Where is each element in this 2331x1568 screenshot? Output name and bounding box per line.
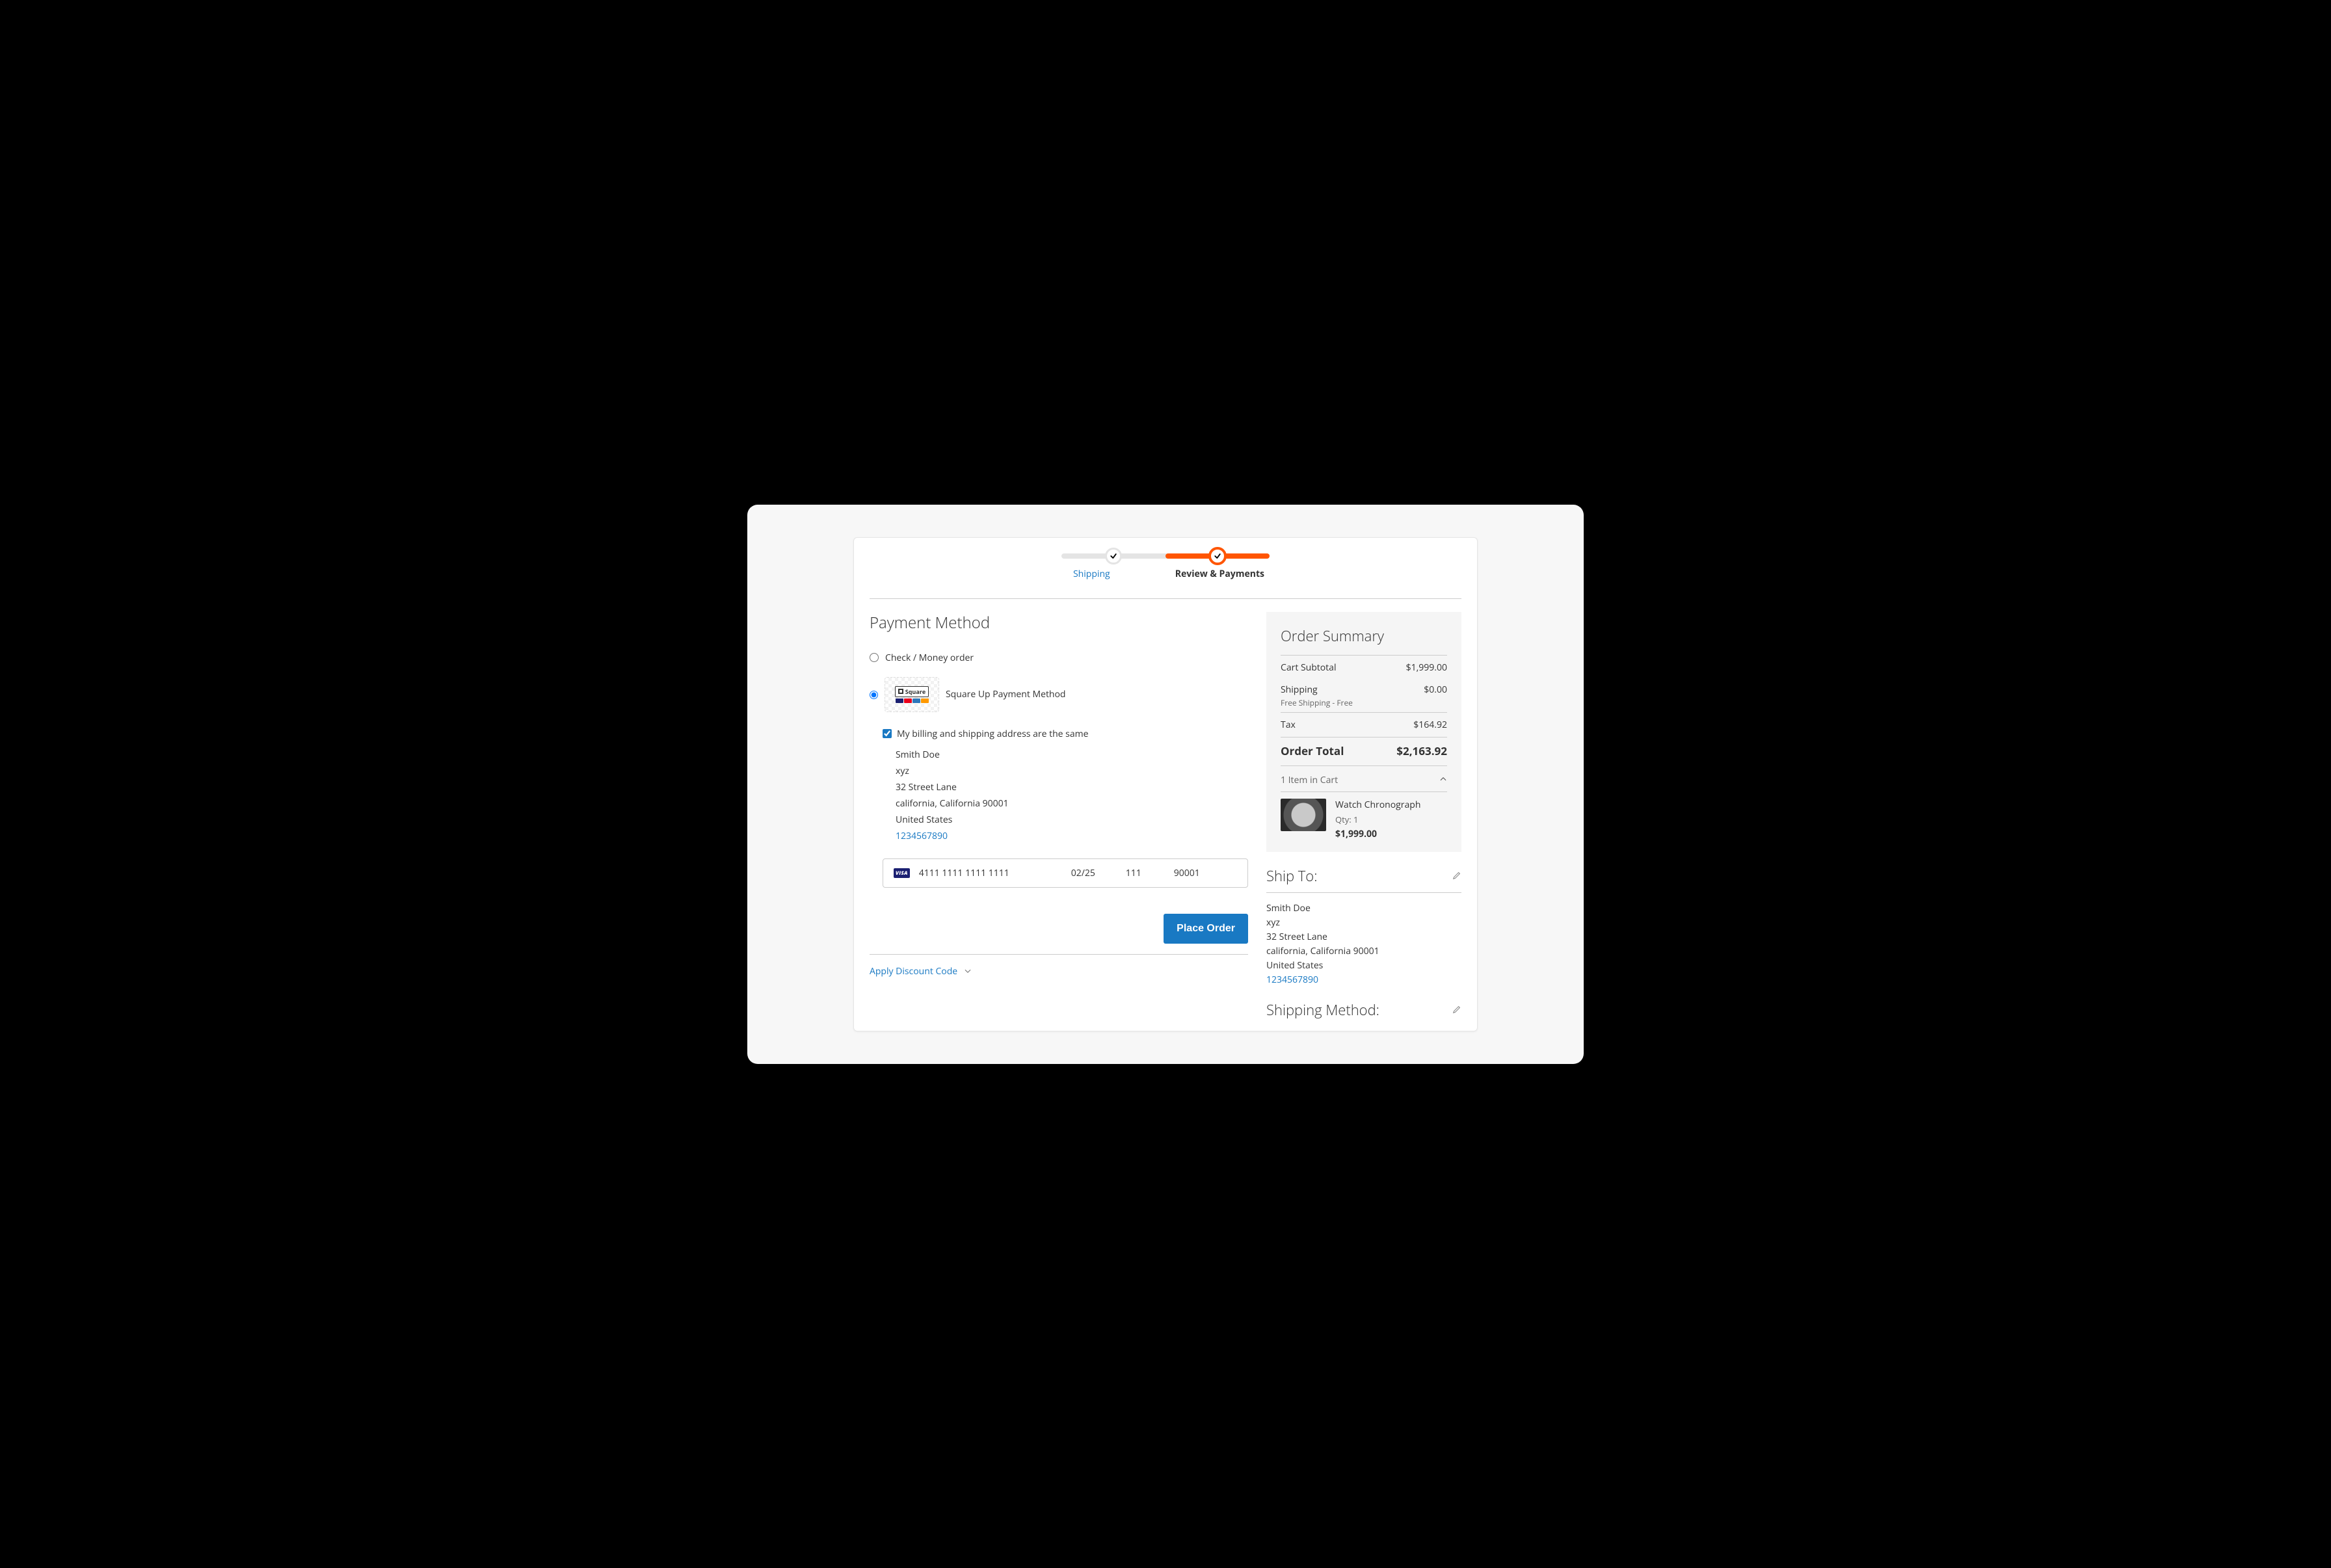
billing-same-checkbox-row[interactable]: My billing and shipping address are the … bbox=[883, 728, 1248, 740]
ship-to-title: Ship To: bbox=[1266, 866, 1317, 886]
summary-subtotal-value: $1,999.00 bbox=[1406, 661, 1447, 674]
order-summary-title: Order Summary bbox=[1281, 626, 1447, 646]
billing-company: xyz bbox=[896, 764, 1248, 778]
summary-shipping-method: Free Shipping - Free bbox=[1281, 697, 1447, 708]
cart-item-thumbnail bbox=[1281, 799, 1326, 831]
progress-bar bbox=[1061, 553, 1270, 559]
order-summary: Order Summary Cart Subtotal $1,999.00 Sh… bbox=[1266, 612, 1461, 852]
payment-option-check[interactable]: Check / Money order bbox=[870, 652, 1248, 664]
chevron-down-icon bbox=[964, 966, 972, 978]
place-order-button[interactable]: Place Order bbox=[1164, 914, 1248, 944]
chevron-up-icon bbox=[1439, 774, 1447, 786]
payment-radio-square[interactable] bbox=[870, 691, 878, 699]
billing-block: My billing and shipping address are the … bbox=[883, 728, 1248, 888]
shipto-street: 32 Street Lane bbox=[1266, 931, 1461, 943]
summary-tax-value: $164.92 bbox=[1413, 719, 1447, 731]
edit-ship-to-button[interactable] bbox=[1452, 869, 1461, 883]
check-icon bbox=[1214, 552, 1221, 560]
cart-item: Watch Chronograph Qty: 1 $1,999.00 bbox=[1281, 791, 1447, 843]
shipping-method-title: Shipping Method: bbox=[1266, 1000, 1379, 1020]
credit-card-input[interactable]: VISA 4111 1111 1111 1111 02/25 111 90001 bbox=[883, 858, 1248, 888]
square-brand-text: Square bbox=[905, 687, 926, 696]
billing-same-checkbox[interactable] bbox=[883, 729, 892, 738]
step-shipping-label[interactable]: Shipping bbox=[1073, 568, 1110, 580]
summary-tax-label: Tax bbox=[1281, 719, 1296, 731]
billing-same-label: My billing and shipping address are the … bbox=[897, 728, 1088, 740]
cart-item-price: $1,999.00 bbox=[1335, 828, 1420, 840]
shipping-method-section: Shipping Method: bbox=[1266, 1000, 1461, 1026]
card-cvv[interactable]: 111 bbox=[1126, 867, 1165, 879]
shipto-phone[interactable]: 1234567890 bbox=[1266, 974, 1461, 986]
sidebar: Order Summary Cart Subtotal $1,999.00 Sh… bbox=[1266, 599, 1461, 1026]
divider bbox=[870, 954, 1248, 955]
edit-shipping-method-button[interactable] bbox=[1452, 1003, 1461, 1017]
step-shipping-circle[interactable] bbox=[1105, 548, 1122, 565]
billing-country: United States bbox=[896, 813, 1248, 827]
cart-item-name: Watch Chronograph bbox=[1335, 799, 1420, 811]
visa-icon: VISA bbox=[894, 868, 910, 878]
payment-column: Payment Method Check / Money order Squar… bbox=[870, 599, 1248, 1026]
payment-radio-check[interactable] bbox=[870, 653, 879, 662]
summary-shipping-value: $0.00 bbox=[1424, 684, 1447, 696]
card-brand-icons bbox=[896, 698, 929, 703]
summary-total-row: Order Total $2,163.92 bbox=[1281, 737, 1447, 764]
payment-option-square-label: Square Up Payment Method bbox=[946, 688, 1066, 700]
apply-discount-label: Apply Discount Code bbox=[870, 965, 957, 977]
cart-items-toggle[interactable]: 1 Item in Cart bbox=[1281, 765, 1447, 791]
cart-item-qty: Qty: 1 bbox=[1335, 814, 1420, 825]
checkout-columns: Payment Method Check / Money order Squar… bbox=[870, 599, 1461, 1026]
card-expiry[interactable]: 02/25 bbox=[1071, 867, 1117, 879]
billing-name: Smith Doe bbox=[896, 748, 1248, 762]
shipto-name: Smith Doe bbox=[1266, 902, 1461, 914]
billing-address: Smith Doe xyz 32 Street Lane california,… bbox=[883, 748, 1248, 843]
apply-discount-toggle[interactable]: Apply Discount Code bbox=[870, 965, 1248, 977]
pencil-icon bbox=[1452, 871, 1461, 880]
square-logo: Square bbox=[885, 677, 939, 712]
square-brand-icon: Square bbox=[895, 686, 929, 697]
shipto-country: United States bbox=[1266, 959, 1461, 972]
payment-option-square[interactable]: Square Square Up Payment Method bbox=[870, 677, 1248, 712]
ship-to-address: Smith Doe xyz 32 Street Lane california,… bbox=[1266, 902, 1461, 986]
step-payments-label[interactable]: Review & Payments bbox=[1175, 568, 1264, 580]
shipto-region: california, California 90001 bbox=[1266, 945, 1461, 957]
payment-option-check-label: Check / Money order bbox=[885, 652, 974, 664]
summary-tax-row: Tax $164.92 bbox=[1281, 712, 1447, 737]
billing-region: california, California 90001 bbox=[896, 797, 1248, 810]
pencil-icon bbox=[1452, 1005, 1461, 1014]
summary-subtotal-row: Cart Subtotal $1,999.00 bbox=[1281, 655, 1447, 680]
progress-labels: Shipping Review & Payments bbox=[1061, 568, 1270, 580]
checkout-progress: Shipping Review & Payments bbox=[870, 553, 1461, 580]
summary-subtotal-label: Cart Subtotal bbox=[1281, 661, 1337, 674]
summary-shipping-label: Shipping bbox=[1281, 684, 1318, 696]
shipto-company: xyz bbox=[1266, 916, 1461, 929]
card-number[interactable]: 4111 1111 1111 1111 bbox=[919, 867, 1062, 879]
summary-total-value: $2,163.92 bbox=[1396, 743, 1447, 758]
billing-street: 32 Street Lane bbox=[896, 780, 1248, 794]
checkout-card: Shipping Review & Payments Payment Metho… bbox=[853, 537, 1478, 1031]
card-zip[interactable]: 90001 bbox=[1174, 867, 1200, 879]
place-order-row: Place Order bbox=[870, 914, 1248, 944]
page-background: Shipping Review & Payments Payment Metho… bbox=[747, 505, 1584, 1064]
check-icon bbox=[1110, 552, 1117, 560]
billing-phone[interactable]: 1234567890 bbox=[896, 829, 1248, 843]
cart-items-count: 1 Item in Cart bbox=[1281, 774, 1338, 786]
payment-method-title: Payment Method bbox=[870, 612, 1248, 633]
ship-to-section: Ship To: Smith Doe xyz 32 Street Lane ca… bbox=[1266, 866, 1461, 986]
step-payments-circle[interactable] bbox=[1208, 547, 1227, 565]
summary-total-label: Order Total bbox=[1281, 743, 1344, 758]
summary-shipping-row: Shipping $0.00 bbox=[1281, 680, 1447, 697]
